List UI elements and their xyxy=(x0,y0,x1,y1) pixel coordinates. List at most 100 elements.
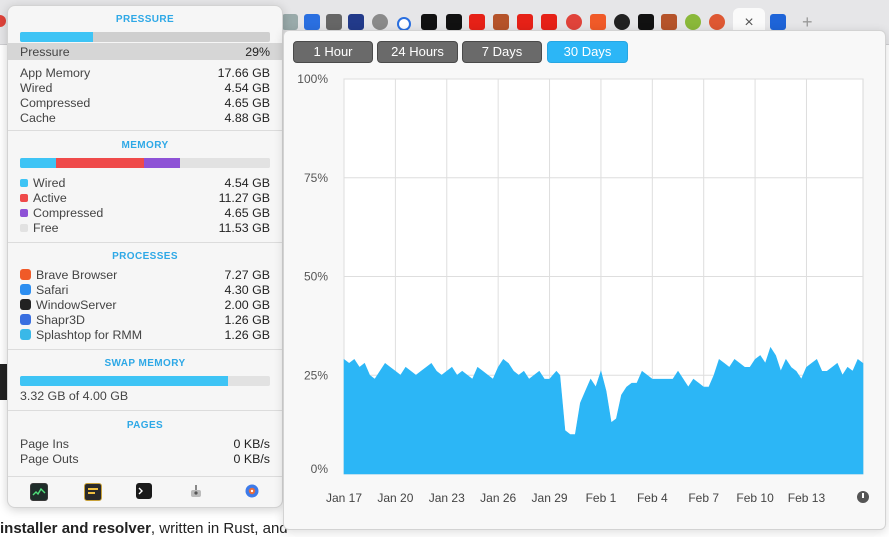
favicon-paypal-icon[interactable] xyxy=(348,14,364,30)
favicon-brave-icon[interactable] xyxy=(590,14,606,30)
memory-legend-row: Compressed 4.65 GB xyxy=(20,206,270,221)
x-tick-label: Feb 4 xyxy=(637,491,668,505)
process-row: WindowServer 2.00 GB xyxy=(20,298,270,313)
windowserver-icon xyxy=(20,299,31,310)
activity-monitor-icon[interactable] xyxy=(30,483,48,501)
process-row-value: 2.00 GB xyxy=(224,298,270,312)
memory-pressure-history-popover: 1 Hour 24 Hours 7 Days 30 Days 0% 25% 50% 75% 1… xyxy=(283,30,886,530)
pressure-detail-row: Compressed 4.65 GB xyxy=(20,96,270,111)
process-row-label: Splashtop for RMM xyxy=(36,328,143,342)
memory-stats-popover: PRESSURE Pressure 29% MEMORY PROCESSES S… xyxy=(7,5,283,508)
system-info-icon[interactable] xyxy=(188,483,204,499)
pressure-section-title: PRESSURE xyxy=(115,14,175,25)
brave-icon xyxy=(20,269,31,280)
favicon-circle-icon[interactable] xyxy=(397,17,411,31)
swap-bar-fill xyxy=(20,376,228,386)
process-row-value: 1.26 GB xyxy=(224,328,270,342)
favicon-github-icon[interactable] xyxy=(614,14,630,30)
favicon-ot-icon[interactable] xyxy=(770,14,786,30)
process-row-value: 1.26 GB xyxy=(224,313,270,327)
memory-legend-row-label: Wired xyxy=(33,176,66,190)
memory-legend-row: Wired 4.54 GB xyxy=(20,176,270,191)
pressure-detail-row-label: Wired xyxy=(20,81,53,95)
memory-bar-segment xyxy=(180,158,270,168)
x-tick-label: Feb 1 xyxy=(586,491,617,505)
pressure-bar xyxy=(20,32,270,42)
divider xyxy=(8,349,282,350)
process-row-value: 7.27 GB xyxy=(224,268,270,282)
console-icon[interactable] xyxy=(84,483,102,501)
favicon-duckduckgo-icon[interactable] xyxy=(709,14,725,30)
legend-swatch xyxy=(20,194,28,202)
favicon-s-icon[interactable] xyxy=(493,14,509,30)
memory-bar-segment xyxy=(143,158,180,168)
legend-swatch xyxy=(20,224,28,232)
pressure-detail-row-label: App Memory xyxy=(20,66,91,80)
favicon-h-icon[interactable] xyxy=(421,14,437,30)
page-body-text: installer and resolver, written in Rust,… xyxy=(0,520,288,537)
y-tick-label: 0% xyxy=(311,462,329,476)
favicon-w-icon[interactable] xyxy=(685,14,701,30)
pages-row-value: 0 KB/s xyxy=(233,437,270,451)
pressure-detail-row-label: Compressed xyxy=(20,96,91,110)
favicon-slash-icon[interactable] xyxy=(638,14,654,30)
pressure-detail-row-value: 4.54 GB xyxy=(224,81,270,95)
pressure-detail-row: App Memory 17.66 GB xyxy=(20,66,270,81)
pages-row: Page Ins 0 KB/s xyxy=(20,437,270,452)
x-tick-label: Feb 13 xyxy=(788,491,826,505)
y-tick-label: 50% xyxy=(304,270,328,284)
pressure-bar-fill xyxy=(20,32,93,42)
terminal-icon[interactable] xyxy=(136,483,152,499)
divider xyxy=(8,410,282,411)
divider xyxy=(8,476,282,477)
pressure-detail-row-value: 4.88 GB xyxy=(224,111,270,125)
process-row-label: WindowServer xyxy=(36,298,117,312)
pages-row-label: Page Ins xyxy=(20,437,69,451)
favicon-cloud-icon[interactable] xyxy=(372,14,388,30)
memory-legend-row-label: Active xyxy=(33,191,67,205)
splashtop-icon xyxy=(20,329,31,340)
pressure-detail-row-label: Cache xyxy=(20,111,56,125)
process-row-label: Shapr3D xyxy=(36,313,85,327)
x-tick-label: Jan 23 xyxy=(429,491,465,505)
pages-row-label: Page Outs xyxy=(20,452,79,466)
memory-section-title: MEMORY xyxy=(121,140,169,151)
memory-legend-row: Active 11.27 GB xyxy=(20,191,270,206)
favicon-h2-icon[interactable] xyxy=(446,14,462,30)
memory-legend-row-label: Compressed xyxy=(33,206,104,220)
y-tick-label: 75% xyxy=(304,171,328,185)
pressure-detail-row: Wired 4.54 GB xyxy=(20,81,270,96)
memory-bar-segment xyxy=(20,158,56,168)
divider xyxy=(8,242,282,243)
swap-bar xyxy=(20,376,270,386)
pages-row: Page Outs 0 KB/s xyxy=(20,452,270,467)
favicon-cat-icon[interactable] xyxy=(326,14,342,30)
favicon-v-icon[interactable] xyxy=(566,14,582,30)
favicon-youtube2-icon[interactable] xyxy=(517,14,533,30)
x-tick-label: Feb 10 xyxy=(736,491,774,505)
disk-utility-icon[interactable] xyxy=(244,483,260,499)
safari-icon xyxy=(20,284,31,295)
process-row-label: Brave Browser xyxy=(36,268,118,282)
process-row-value: 4.30 GB xyxy=(224,283,270,297)
swap-summary: 3.32 GB of 4.00 GB xyxy=(20,389,129,403)
pressure-detail-row-value: 4.65 GB xyxy=(224,96,270,110)
memory-legend-row-value: 11.27 GB xyxy=(218,191,270,205)
process-row-label: Safari xyxy=(36,283,69,297)
favicon-youtube-icon[interactable] xyxy=(469,14,485,30)
y-tick-label: 100% xyxy=(297,72,328,86)
memory-legend-row-value: 4.65 GB xyxy=(224,206,270,220)
favicon-gear-icon[interactable] xyxy=(282,14,298,30)
pressure-area-chart: 0% 25% 50% 75% 100% Jan 17 Jan 20 Jan 23 Jan 26 J… xyxy=(297,72,864,505)
clock-icon[interactable] xyxy=(857,491,869,503)
process-row: Shapr3D 1.26 GB xyxy=(20,313,270,328)
window-close-dot-icon[interactable] xyxy=(0,15,6,27)
pressure-detail-row: Cache 4.88 GB xyxy=(20,111,270,126)
pressure-detail-row-value: 17.66 GB xyxy=(217,66,270,80)
processes-section-title: PROCESSES xyxy=(112,251,178,262)
favicon-s2-icon[interactable] xyxy=(661,14,677,30)
favicon-a-icon[interactable] xyxy=(304,14,320,30)
favicon-youtube3-icon[interactable] xyxy=(541,14,557,30)
memory-bar-segment xyxy=(55,158,144,168)
app-shortcut-dock xyxy=(8,478,282,507)
